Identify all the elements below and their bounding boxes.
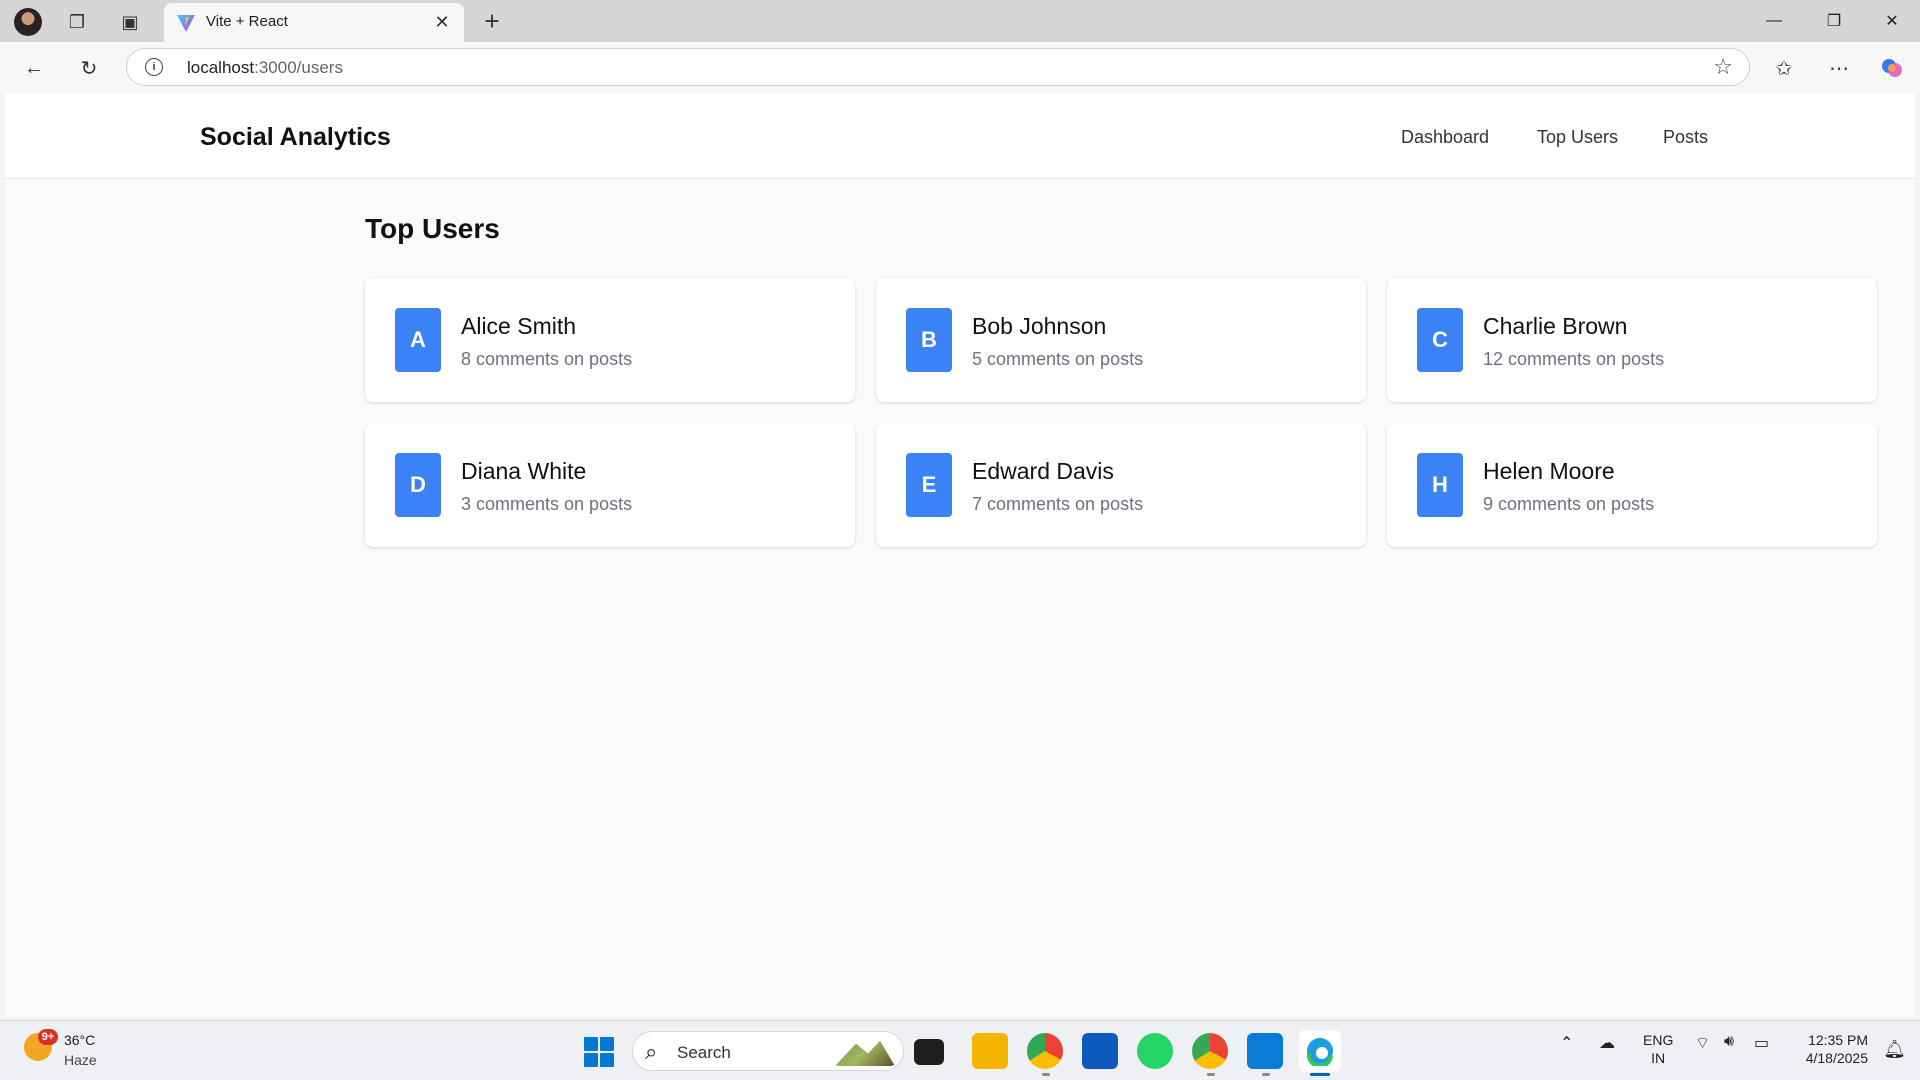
vscode-icon[interactable] xyxy=(1247,1033,1283,1069)
user-avatar: B xyxy=(906,308,952,372)
wifi-icon[interactable]: ⌔ xyxy=(1695,1033,1710,1053)
running-indicator xyxy=(1042,1073,1050,1076)
user-avatar: C xyxy=(1417,308,1463,372)
notification-bell-icon[interactable]: 🔔︎ xyxy=(1883,1039,1906,1060)
user-card[interactable]: B Bob Johnson 5 comments on posts xyxy=(876,278,1366,402)
tab-title: Vite + React xyxy=(206,13,288,30)
file-explorer-icon[interactable] xyxy=(972,1033,1008,1069)
windows-taskbar: 9+ 36°C Haze ⌕ Search ⌃ ☁ ENG IN ⌔ 🔊︎ ▭ … xyxy=(0,1020,1920,1080)
restore-icon[interactable]: ❐ xyxy=(1806,0,1862,42)
nav-top-users[interactable]: Top Users xyxy=(1537,127,1618,148)
chrome-profile-icon[interactable] xyxy=(1192,1033,1228,1069)
site-info-icon[interactable]: i xyxy=(145,58,163,76)
new-tab-icon[interactable]: + xyxy=(478,6,506,36)
user-card[interactable]: C Charlie Brown 12 comments on posts xyxy=(1387,278,1877,402)
brand-logo-text[interactable]: Social Analytics xyxy=(200,123,391,152)
page-viewport: Social Analytics Dashboard Top Users Pos… xyxy=(5,93,1915,1017)
user-card[interactable]: H Helen Moore 9 comments on posts xyxy=(1387,423,1877,547)
system-clock[interactable]: 12:35 PM 4/18/2025 xyxy=(1806,1031,1868,1067)
favorite-star-icon[interactable]: ☆ xyxy=(1713,54,1733,80)
copilot-icon[interactable] xyxy=(1876,52,1908,84)
back-icon[interactable]: ← xyxy=(18,52,50,84)
user-comment-count: 8 comments on posts xyxy=(461,349,633,369)
search-placeholder: Search xyxy=(677,1043,731,1062)
running-indicator xyxy=(1207,1073,1215,1076)
volume-icon[interactable]: 🔊︎ xyxy=(1724,1033,1734,1051)
taskbar-search[interactable]: ⌕ Search xyxy=(632,1031,904,1071)
active-indicator xyxy=(1310,1073,1330,1076)
user-avatar: A xyxy=(395,308,441,372)
weather-temperature[interactable]: 36°C xyxy=(64,1032,95,1048)
edge-icon[interactable] xyxy=(1299,1030,1341,1072)
language-indicator[interactable]: ENG IN xyxy=(1643,1031,1673,1067)
chrome-icon[interactable] xyxy=(1027,1033,1063,1069)
user-comment-count: 12 comments on posts xyxy=(1483,349,1665,369)
user-card[interactable]: A Alice Smith 8 comments on posts xyxy=(365,278,855,402)
user-name: Helen Moore xyxy=(1483,458,1615,484)
address-bar[interactable]: i localhost:3000/users ☆ xyxy=(126,48,1750,86)
user-avatar: D xyxy=(395,453,441,517)
url-text[interactable]: localhost:3000/users xyxy=(187,58,343,78)
vertical-tabs-icon[interactable]: ▣ xyxy=(117,9,143,35)
close-window-icon[interactable]: ✕ xyxy=(1864,0,1920,42)
user-comment-count: 5 comments on posts xyxy=(972,349,1144,369)
onedrive-cloud-icon[interactable]: ☁ xyxy=(1599,1033,1615,1053)
user-card[interactable]: E Edward Davis 7 comments on posts xyxy=(876,423,1366,547)
browser-tab-active[interactable]: Vite + React ✕ xyxy=(164,3,464,42)
user-comment-count: 3 comments on posts xyxy=(461,494,633,514)
vite-logo-icon xyxy=(177,15,195,32)
refresh-icon[interactable]: ↻ xyxy=(73,52,105,84)
user-name: Charlie Brown xyxy=(1483,313,1628,339)
users-grid: A Alice Smith 8 comments on posts B Bob … xyxy=(365,278,1877,547)
chevron-up-icon[interactable]: ⌃ xyxy=(1560,1033,1573,1053)
close-tab-icon[interactable]: ✕ xyxy=(430,10,454,34)
search-highlight-image xyxy=(835,1040,895,1066)
user-comment-count: 7 comments on posts xyxy=(972,494,1144,514)
minimize-icon[interactable]: — xyxy=(1746,0,1802,42)
browser-toolbar: ← ↻ i localhost:3000/users ☆ ✩ ⋯ xyxy=(0,42,1920,93)
microsoft-store-icon[interactable] xyxy=(1082,1033,1118,1069)
page-title: Top Users xyxy=(365,213,500,244)
nav-posts[interactable]: Posts xyxy=(1663,127,1708,148)
profile-avatar[interactable] xyxy=(14,8,42,36)
user-name: Bob Johnson xyxy=(972,313,1107,339)
nav-dashboard[interactable]: Dashboard xyxy=(1401,127,1489,148)
weather-condition[interactable]: Haze xyxy=(64,1052,97,1068)
user-avatar: E xyxy=(906,453,952,517)
user-name: Edward Davis xyxy=(972,458,1114,484)
user-name: Alice Smith xyxy=(461,313,577,339)
user-comment-count: 9 comments on posts xyxy=(1483,494,1655,514)
user-card[interactable]: D Diana White 3 comments on posts xyxy=(365,423,855,547)
task-view-icon[interactable] xyxy=(914,1039,944,1065)
more-menu-icon[interactable]: ⋯ xyxy=(1823,52,1855,84)
weather-badge: 9+ xyxy=(38,1029,58,1045)
search-icon: ⌕ xyxy=(645,1039,658,1064)
user-name: Diana White xyxy=(461,458,587,484)
windows-start-icon[interactable] xyxy=(584,1037,614,1067)
app-header: Social Analytics Dashboard Top Users Pos… xyxy=(5,93,1915,179)
browser-titlebar: ❐ ▣ Vite + React ✕ + — ❐ ✕ xyxy=(0,0,1920,42)
favorites-icon[interactable]: ✩ xyxy=(1768,52,1800,84)
battery-icon[interactable]: ▭ xyxy=(1754,1033,1769,1053)
whatsapp-icon[interactable] xyxy=(1137,1033,1173,1069)
running-indicator xyxy=(1262,1073,1270,1076)
workspaces-icon[interactable]: ❐ xyxy=(64,9,90,35)
user-avatar: H xyxy=(1417,453,1463,517)
